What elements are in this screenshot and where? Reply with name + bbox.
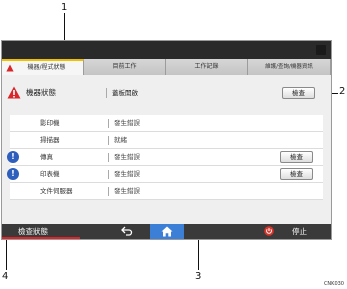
tab-label: 機器/程式狀態	[27, 64, 66, 71]
function-status: 發生錯誤	[114, 187, 140, 195]
tab-label: 維護/查詢/機器資訊	[265, 64, 313, 70]
divider	[108, 153, 109, 162]
bottom-bar: 檢查狀態 停止	[2, 224, 331, 239]
function-label: 傳真	[40, 153, 53, 161]
machine-status-label: 機器狀態	[26, 88, 56, 97]
check-fax-button[interactable]: 檢查	[280, 151, 313, 163]
machine-status-value: 蓋板開啟	[112, 89, 138, 97]
tab-maintenance-info[interactable]: 維護/查詢/機器資訊	[248, 59, 331, 75]
status-panel: 機器狀態 蓋板開啟 檢查 影印機 發生錯誤 掃描器 就緒 ! 傳真 發生錯誤 檢…	[2, 75, 331, 224]
callout-2: 2	[339, 86, 346, 97]
divider	[108, 170, 109, 179]
check-printer-button[interactable]: 檢查	[280, 168, 313, 180]
callout-1: 1	[61, 2, 68, 13]
function-label: 影印機	[40, 119, 60, 127]
top-bar	[2, 41, 331, 59]
device-screen: 機器/程式狀態 目前工作 工作記錄 維護/查詢/機器資訊 機器狀態 蓋板開啟 檢…	[1, 40, 332, 240]
function-row-document-server: 文件伺服器 發生錯誤	[10, 183, 323, 200]
function-row-fax: ! 傳真 發生錯誤 檢查	[7, 149, 323, 166]
divider	[108, 187, 109, 196]
energy-saver-icon[interactable]	[316, 45, 326, 55]
tab-current-jobs[interactable]: 目前工作	[84, 59, 166, 75]
tab-label: 工作記錄	[194, 63, 219, 70]
function-label: 文件伺服器	[40, 187, 73, 195]
home-button[interactable]	[150, 224, 184, 239]
callout-3: 3	[195, 271, 202, 282]
divider	[108, 119, 109, 128]
alert-icon: !	[7, 151, 19, 163]
warning-icon	[6, 64, 14, 72]
function-status: 發生錯誤	[114, 170, 140, 178]
function-status: 發生錯誤	[114, 153, 140, 161]
tab-label: 目前工作	[112, 63, 137, 70]
tab-job-history[interactable]: 工作記錄	[166, 59, 248, 75]
function-row-scanner: 掃描器 就緒	[10, 132, 323, 149]
function-row-printer: ! 印表機 發生錯誤 檢查	[7, 166, 323, 183]
check-machine-status-button[interactable]: 檢查	[282, 87, 315, 99]
check-status-indicator	[2, 237, 80, 239]
divider	[106, 88, 107, 98]
function-label: 掃描器	[40, 136, 60, 144]
function-row-copier: 影印機 發生錯誤	[10, 115, 323, 132]
home-icon	[161, 226, 173, 237]
function-label: 印表機	[40, 170, 60, 178]
tab-machine-status[interactable]: 機器/程式狀態	[2, 59, 84, 75]
back-arrow-icon[interactable]	[121, 226, 133, 236]
function-status: 發生錯誤	[114, 119, 140, 127]
warning-icon	[7, 86, 21, 99]
alert-icon: !	[7, 168, 19, 180]
function-status: 就緒	[114, 136, 127, 144]
figure-code: CNK030	[323, 281, 344, 287]
machine-status-row: 機器狀態 蓋板開啟 檢查	[2, 83, 331, 103]
stop-icon[interactable]	[264, 226, 274, 236]
callout-4: 4	[2, 271, 9, 282]
stop-button[interactable]: 停止	[292, 224, 307, 239]
divider	[108, 136, 109, 145]
